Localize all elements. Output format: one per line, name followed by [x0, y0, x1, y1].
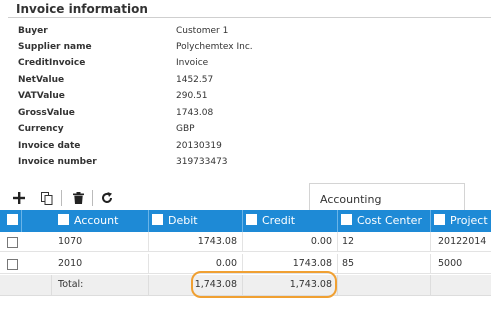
plus-icon: [13, 192, 25, 204]
row-checkbox[interactable]: [7, 237, 18, 248]
toolbar-divider: [61, 190, 62, 206]
select-all-checkbox[interactable]: [7, 214, 18, 225]
column-header-credit[interactable]: Credit: [243, 210, 338, 232]
cell-project[interactable]: 5000: [431, 254, 491, 274]
total-debit: 1,743.08: [149, 275, 243, 295]
title-divider: [8, 17, 491, 18]
cell-credit[interactable]: 1743.08: [243, 254, 338, 274]
copy-button[interactable]: [38, 189, 56, 207]
info-label: Supplier name: [18, 42, 92, 52]
info-value: GBP: [176, 124, 195, 134]
total-cost-center: [338, 275, 431, 295]
info-label: Buyer: [18, 26, 48, 36]
total-credit: 1,743.08: [243, 275, 338, 295]
total-label: Total:: [52, 275, 149, 295]
total-row: Total: 1,743.08 1,743.08: [0, 275, 491, 296]
column-header-debit[interactable]: Debit: [149, 210, 243, 232]
column-checkbox[interactable]: [246, 214, 257, 225]
info-label: VATValue: [18, 91, 65, 101]
column-label: Project: [450, 214, 488, 227]
cell-cost-center[interactable]: 12: [338, 232, 431, 252]
cell-credit[interactable]: 0.00: [243, 232, 338, 252]
total-project: [431, 275, 491, 295]
column-checkbox[interactable]: [341, 214, 352, 225]
copy-icon: [41, 191, 53, 205]
cell-account[interactable]: 1070: [52, 232, 149, 252]
info-value: 20130319: [176, 141, 222, 151]
column-checkbox[interactable]: [434, 214, 445, 225]
table-row[interactable]: 2010 0.00 1743.08 85 5000: [0, 254, 491, 274]
column-label: Credit: [262, 214, 296, 227]
row-checkbox[interactable]: [7, 259, 18, 270]
column-label: Cost Center: [357, 214, 422, 227]
info-label: Invoice number: [18, 157, 97, 167]
column-label: Account: [74, 214, 119, 227]
trash-icon: [72, 192, 84, 204]
info-label: Invoice date: [18, 141, 81, 151]
accounting-label: Accounting: [320, 193, 382, 206]
cell-cost-center[interactable]: 85: [338, 254, 431, 274]
info-value: 1743.08: [176, 108, 214, 118]
select-all-cell: [0, 210, 22, 232]
info-value: Invoice: [176, 58, 209, 68]
delete-button[interactable]: [69, 189, 87, 207]
grid-header: Account Debit Credit Cost Center Project: [0, 210, 491, 232]
info-label: NetValue: [18, 75, 65, 85]
add-button[interactable]: [10, 189, 28, 207]
column-label: Debit: [168, 214, 198, 227]
section-title: Invoice information: [16, 2, 148, 16]
total-spacer: [0, 275, 52, 295]
column-header-cost-center[interactable]: Cost Center: [338, 210, 431, 232]
toolbar-divider: [92, 190, 93, 206]
info-label: Currency: [18, 124, 64, 134]
info-label: GrossValue: [18, 108, 75, 118]
refresh-button[interactable]: [98, 189, 116, 207]
column-checkbox[interactable]: [152, 214, 163, 225]
table-row[interactable]: 1070 1743.08 0.00 12 20122014: [0, 232, 491, 252]
column-header-project[interactable]: Project: [431, 210, 491, 232]
info-label: CreditInvoice: [18, 58, 86, 68]
cell-debit[interactable]: 0.00: [149, 254, 243, 274]
column-checkbox[interactable]: [58, 214, 69, 225]
column-header-account[interactable]: Account: [52, 210, 149, 232]
info-value: 319733473: [176, 157, 228, 167]
info-value: Customer 1: [176, 26, 229, 36]
accounting-panel-tab[interactable]: Accounting: [309, 183, 465, 210]
cell-account[interactable]: 2010: [52, 254, 149, 274]
refresh-icon: [102, 192, 112, 203]
info-value: 1452.57: [176, 75, 214, 85]
info-value: 290.51: [176, 91, 208, 101]
cell-project[interactable]: 20122014: [431, 232, 491, 252]
info-value: Polychemtex Inc.: [176, 42, 253, 52]
cell-debit[interactable]: 1743.08: [149, 232, 243, 252]
